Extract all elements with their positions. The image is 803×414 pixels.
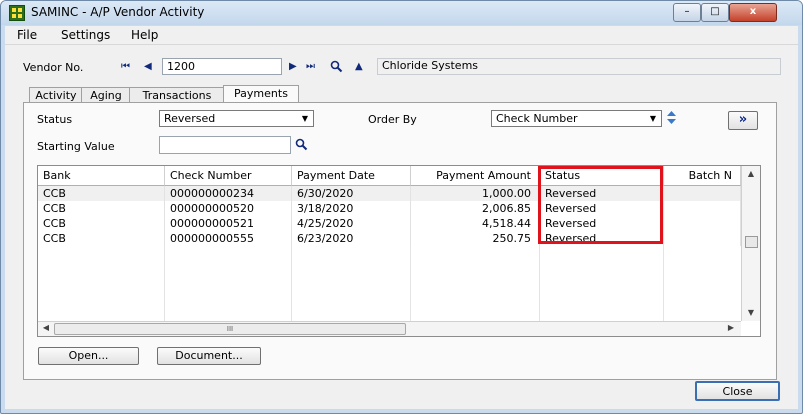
vendor-label: Vendor No.: [23, 61, 84, 74]
sort-direction-icon[interactable]: [666, 110, 677, 126]
tab-activity[interactable]: Activity: [29, 87, 83, 103]
scroll-left-icon[interactable]: ◀: [41, 323, 51, 332]
vendor-name-field: Chloride Systems: [377, 58, 781, 75]
status-label: Status: [37, 113, 73, 126]
go-button[interactable]: »: [728, 111, 758, 130]
vertical-scrollbar[interactable]: ▲ ▼: [741, 166, 760, 321]
open-button[interactable]: Open...: [38, 347, 139, 365]
menu-bar: File Settings Help: [5, 26, 798, 45]
minimize-button[interactable]: –: [673, 3, 701, 22]
close-button[interactable]: Close: [695, 381, 780, 401]
starting-value-input[interactable]: [159, 136, 291, 154]
tab-aging[interactable]: Aging: [81, 87, 131, 103]
order-by-dropdown[interactable]: Check Number ▼: [491, 110, 662, 127]
window-close-button[interactable]: x: [729, 3, 777, 22]
app-window: SAMINC - A/P Vendor Activity – □ x File …: [0, 0, 803, 414]
horizontal-scroll-thumb[interactable]: III: [54, 323, 406, 335]
starting-value-finder-icon[interactable]: [295, 138, 308, 151]
scroll-right-icon[interactable]: ▶: [726, 323, 736, 332]
column-header-check-number[interactable]: Check Number: [165, 166, 292, 186]
column-header-batch[interactable]: Batch N: [664, 166, 741, 186]
status-dropdown-value: Reversed: [164, 112, 216, 125]
order-by-dropdown-value: Check Number: [496, 112, 578, 125]
sage-app-icon: [9, 5, 25, 21]
vendor-finder-icon[interactable]: [330, 60, 343, 73]
order-by-label: Order By: [368, 113, 417, 126]
scroll-up-icon[interactable]: ▲: [742, 169, 760, 178]
vertical-scroll-thumb[interactable]: [745, 236, 758, 248]
next-record-icon[interactable]: ▶: [289, 61, 297, 72]
vendor-number-input[interactable]: 1200: [162, 58, 282, 75]
document-button[interactable]: Document...: [157, 347, 261, 365]
column-header-payment-date[interactable]: Payment Date: [292, 166, 411, 186]
column-header-payment-amount[interactable]: Payment Amount: [411, 166, 540, 186]
scroll-down-icon[interactable]: ▼: [742, 308, 760, 317]
chevron-down-icon: ▼: [649, 114, 657, 123]
previous-record-icon[interactable]: ◀: [144, 61, 152, 72]
zoom-icon[interactable]: ▲: [355, 61, 363, 72]
horizontal-scrollbar[interactable]: ◀ III ▶: [38, 321, 741, 336]
starting-value-label: Starting Value: [37, 140, 115, 153]
tab-transactions[interactable]: Transactions: [129, 87, 225, 103]
title-bar[interactable]: SAMINC - A/P Vendor Activity – □ x: [1, 1, 802, 25]
window-title: SAMINC - A/P Vendor Activity: [31, 5, 205, 19]
first-record-icon[interactable]: ⏮: [121, 61, 130, 72]
status-dropdown[interactable]: Reversed ▼: [159, 110, 314, 127]
column-header-bank[interactable]: Bank: [38, 166, 165, 186]
maximize-button[interactable]: □: [701, 3, 729, 22]
menu-help[interactable]: Help: [131, 28, 158, 42]
last-record-icon[interactable]: ⏭: [306, 61, 315, 72]
menu-file[interactable]: File: [17, 28, 37, 42]
status-column-highlight: [538, 166, 663, 244]
chevron-down-icon: ▼: [301, 114, 309, 123]
menu-settings[interactable]: Settings: [61, 28, 110, 42]
